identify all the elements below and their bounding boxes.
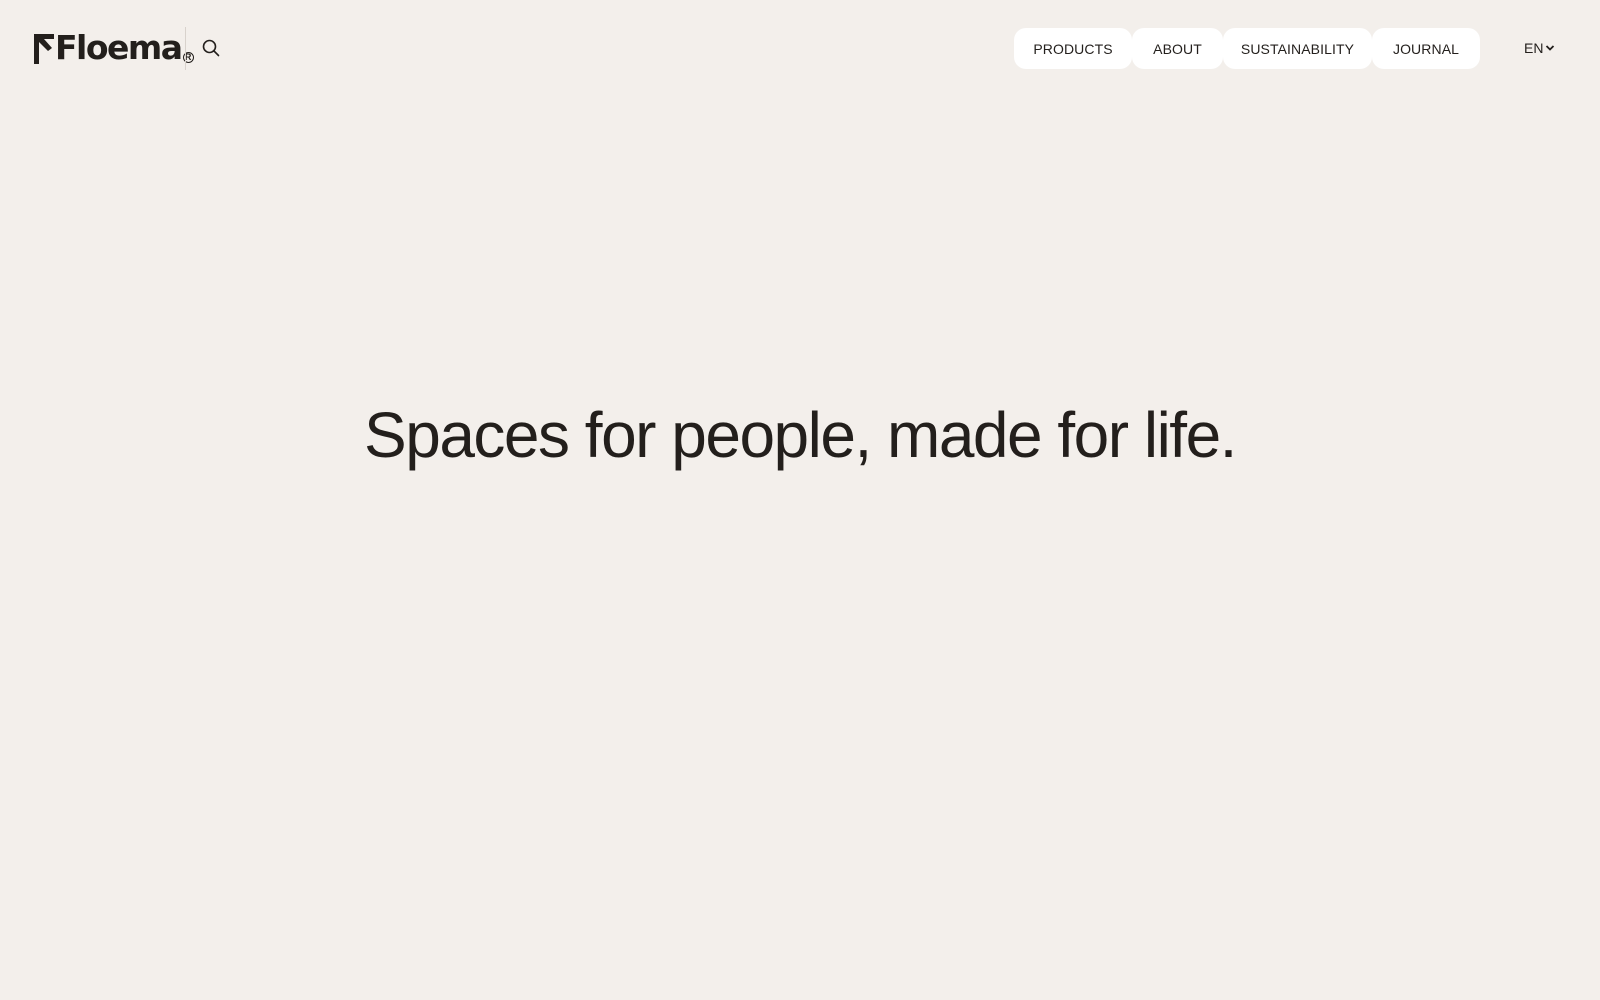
header-divider (185, 27, 186, 70)
site-header: Floema R PRODUCTS ABOUT SUSTAINABILITY J… (0, 0, 1600, 96)
brand-wordmark: Floema (55, 28, 183, 67)
brand-logo[interactable]: Floema R (34, 28, 194, 64)
search-icon (202, 39, 220, 57)
hero-headline: Spaces for people, made for life. (364, 399, 1237, 471)
search-button[interactable] (199, 36, 223, 60)
nav-item-journal[interactable]: JOURNAL (1372, 28, 1480, 69)
language-label: EN (1524, 40, 1544, 56)
nav-item-about[interactable]: ABOUT (1132, 28, 1223, 69)
nav-item-products[interactable]: PRODUCTS (1014, 28, 1132, 69)
logo-arrow-icon (34, 34, 54, 64)
chevron-down-icon (1546, 45, 1555, 51)
nav-item-sustainability[interactable]: SUSTAINABILITY (1223, 28, 1372, 69)
language-selector[interactable]: EN (1524, 38, 1555, 58)
